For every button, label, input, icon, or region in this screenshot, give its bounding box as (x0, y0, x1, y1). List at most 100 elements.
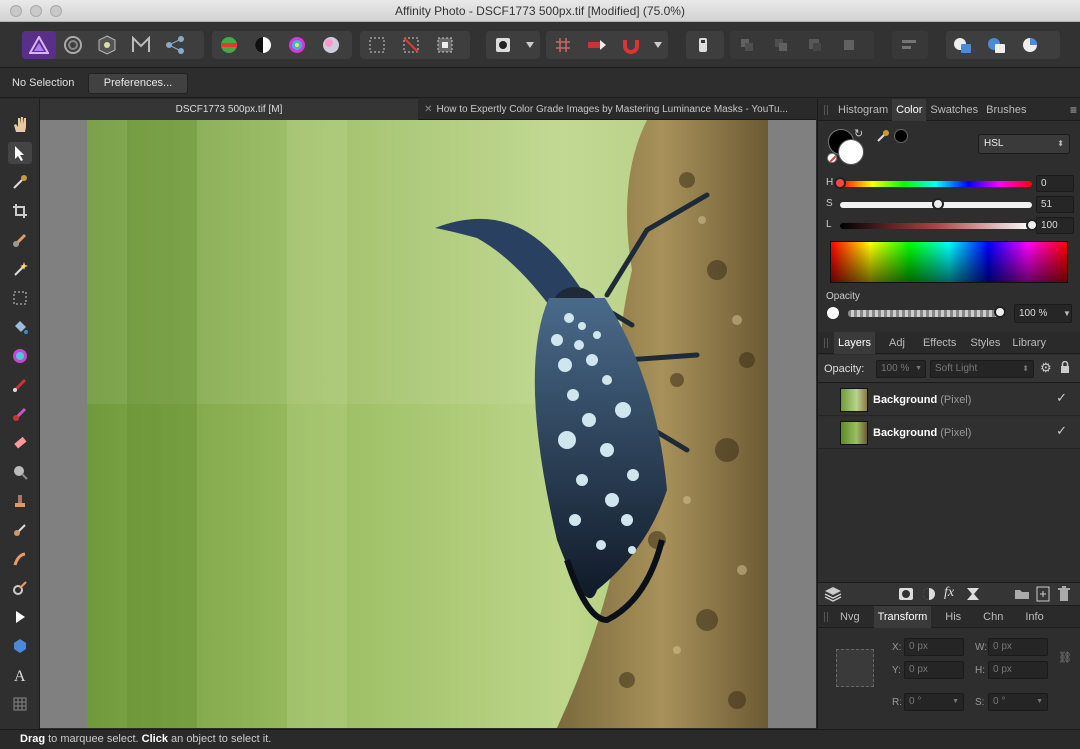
chevron-down-icon[interactable] (520, 31, 540, 59)
select-all-icon[interactable] (360, 31, 394, 59)
w-field[interactable]: 0 px (988, 638, 1048, 656)
hue-slider[interactable] (834, 177, 1032, 189)
mesh-warp-tool-icon[interactable] (8, 693, 32, 715)
intersect-shapes-icon[interactable] (1014, 31, 1048, 59)
color-picker-tool-icon[interactable] (8, 171, 32, 193)
preferences-button[interactable]: Preferences... (88, 73, 188, 94)
invert-selection-icon[interactable] (428, 31, 462, 59)
blend-mode-select[interactable]: Soft Light ⬍ (930, 360, 1034, 378)
rotation-field[interactable]: 0 ° ▼ (904, 693, 964, 711)
tab-info[interactable]: Info (1021, 606, 1047, 628)
zoom-window-button[interactable] (50, 5, 62, 17)
paint-brush-tool-icon[interactable] (8, 374, 32, 396)
layer-row[interactable]: Background (Pixel) ✓ (818, 417, 1080, 449)
tab-channels[interactable]: Chn (979, 606, 1007, 628)
layer-row[interactable]: Background (Pixel) ✓ (818, 384, 1080, 416)
saturation-slider[interactable] (840, 198, 1032, 210)
layer-visibility-checkbox[interactable]: ✓ (1056, 423, 1067, 439)
hue-slider-knob[interactable] (834, 177, 846, 189)
opacity-slider[interactable] (848, 306, 1006, 318)
add-group-icon[interactable] (1014, 588, 1030, 603)
layer-opacity-field[interactable]: 100 % ▼ (876, 360, 926, 378)
anchor-point-selector[interactable] (836, 649, 874, 687)
layer-name[interactable]: Background (Pixel) (873, 394, 971, 406)
close-window-button[interactable] (10, 5, 22, 17)
pixel-tool-icon[interactable] (8, 403, 32, 425)
erase-tool-icon[interactable] (8, 432, 32, 454)
dodge-tool-icon[interactable] (8, 461, 32, 483)
lightness-slider[interactable] (840, 219, 1038, 231)
swap-colors-icon[interactable]: ↻ (854, 127, 863, 140)
photo-persona-icon[interactable] (22, 31, 56, 59)
marquee-tool-icon[interactable] (8, 287, 32, 309)
liquify-persona-icon[interactable] (56, 31, 90, 59)
y-field[interactable]: 0 px (904, 661, 964, 679)
move-to-back-icon[interactable] (730, 31, 764, 59)
black-white-icon[interactable] (246, 31, 280, 59)
saturation-slider-knob[interactable] (931, 198, 944, 210)
red-eye-tool-icon[interactable] (8, 577, 32, 599)
add-mask-icon[interactable] (898, 587, 914, 604)
color-mode-select[interactable]: HSL ⬍ (978, 134, 1070, 154)
panel-menu-icon[interactable]: ≡ (1070, 103, 1077, 117)
lightness-value[interactable]: 100 (1036, 217, 1074, 234)
tab-youtube-document[interactable]: ✕ How to Expertly Color Grade Images by M… (420, 99, 792, 120)
tab-brushes[interactable]: Brushes (982, 99, 1030, 121)
layers-stack-icon[interactable] (824, 586, 842, 605)
hand-tool-icon[interactable] (8, 113, 32, 135)
color-spectrum[interactable] (830, 241, 1068, 283)
clone-tool-icon[interactable] (8, 490, 32, 512)
tab-histogram[interactable]: Histogram (834, 99, 892, 121)
tab-document[interactable]: DSCF1773 500px.tif [M] (40, 99, 418, 120)
fx-icon[interactable]: fx (944, 585, 954, 601)
close-tab-icon[interactable]: ✕ (424, 104, 432, 115)
tab-adjustments[interactable]: Adj (885, 332, 909, 354)
minimize-window-button[interactable] (30, 5, 42, 17)
picked-color-swatch[interactable] (894, 129, 908, 143)
add-shapes-icon[interactable] (946, 31, 980, 59)
crop-tool-icon[interactable] (8, 200, 32, 222)
quick-mask-icon[interactable] (486, 31, 520, 59)
subtract-shapes-icon[interactable] (980, 31, 1014, 59)
flood-select-tool-icon[interactable] (8, 258, 32, 280)
tab-navigator[interactable]: Nvg (836, 606, 864, 628)
secondary-color-well[interactable] (838, 139, 864, 165)
layers-grip-icon[interactable] (824, 337, 828, 348)
deselect-icon[interactable] (394, 31, 428, 59)
layers-list-empty-area[interactable] (818, 450, 1080, 582)
tab-effects[interactable]: Effects (919, 332, 960, 354)
shape-tool-icon[interactable] (8, 635, 32, 657)
tab-transform[interactable]: Transform (873, 605, 932, 628)
move-forward-one-icon[interactable] (798, 31, 832, 59)
hue-value[interactable]: 0 (1036, 175, 1074, 192)
tab-swatches[interactable]: Swatches (926, 99, 982, 121)
lock-icon[interactable] (1060, 360, 1070, 376)
tab-color[interactable]: Color (892, 98, 927, 121)
add-layer-icon[interactable] (1036, 586, 1050, 605)
align-icon[interactable] (580, 31, 614, 59)
delete-layer-icon[interactable] (1058, 586, 1070, 605)
grid-icon[interactable] (546, 31, 580, 59)
tab-history[interactable]: His (941, 606, 965, 628)
node-tool-icon[interactable] (8, 606, 32, 628)
opacity-slider-knob[interactable] (994, 306, 1006, 318)
panel-grip-icon[interactable] (824, 104, 828, 115)
canvas-area[interactable] (40, 120, 816, 728)
levels-icon[interactable] (212, 31, 246, 59)
layer-visibility-checkbox[interactable]: ✓ (1056, 390, 1067, 406)
live-filter-icon[interactable] (966, 587, 980, 604)
tab-styles[interactable]: Styles (966, 332, 1004, 354)
blemish-tool-icon[interactable] (8, 519, 32, 541)
hsl-icon[interactable] (280, 31, 314, 59)
smudge-tool-icon[interactable] (8, 548, 32, 570)
transform-grip-icon[interactable] (824, 611, 828, 622)
snapping-magnet-icon[interactable] (614, 31, 648, 59)
layer-name[interactable]: Background (Pixel) (873, 427, 971, 439)
no-color-icon[interactable] (827, 153, 837, 163)
text-tool-icon[interactable]: A (8, 664, 32, 686)
develop-persona-icon[interactable] (90, 31, 124, 59)
white-balance-icon[interactable] (314, 31, 348, 59)
tab-library[interactable]: Library (1008, 332, 1050, 354)
saturation-value[interactable]: 51 (1036, 196, 1074, 213)
assistant-icon[interactable] (686, 31, 720, 59)
